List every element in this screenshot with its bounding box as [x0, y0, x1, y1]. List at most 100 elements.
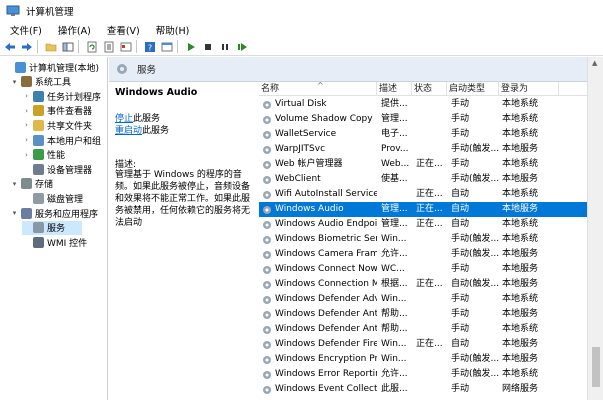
- service-name: Windows Connection Ma...: [275, 279, 377, 289]
- menu-action[interactable]: 操作(A): [48, 23, 97, 37]
- tree-item[interactable]: › 事件查看器: [22, 104, 92, 118]
- tree-item-label: 系统工具: [35, 78, 72, 89]
- service-name: Wifi AutoInstall Service: [275, 189, 377, 199]
- table-row[interactable]: Volume Shadow Copy 管理... 手动 本地系统: [259, 112, 603, 127]
- export-list-icon[interactable]: [102, 40, 116, 54]
- table-row[interactable]: WebClient 使基... 手动(触发... 本地服务: [259, 172, 603, 187]
- table-row[interactable]: Web 帐户管理器 Web... 正在... 手动 本地系统: [259, 157, 603, 172]
- toolbar-separator: [78, 40, 79, 53]
- table-row[interactable]: Windows Defender Adva... Win... 手动 本地系统: [259, 292, 603, 307]
- restart-service-link[interactable]: 重启动: [115, 126, 142, 136]
- menu-file[interactable]: 文件(F): [0, 23, 48, 37]
- service-startup-cell: 手动: [451, 159, 470, 169]
- refresh-icon[interactable]: [85, 40, 99, 54]
- show-hide-tree-icon[interactable]: [61, 40, 75, 54]
- tree-expander-icon[interactable]: ›: [22, 107, 31, 115]
- tree-item[interactable]: 服务: [22, 220, 82, 235]
- tree-item[interactable]: › 任务计划程序: [22, 89, 101, 103]
- table-row[interactable]: WalletService 电子... 手动 本地系统: [259, 127, 603, 142]
- tree-expander-icon[interactable]: ›: [22, 151, 31, 159]
- tree-expander-icon[interactable]: ▾: [10, 209, 19, 217]
- service-name-cell: Windows Camera Frame ...: [262, 247, 377, 262]
- table-row[interactable]: Windows Encryption Pro... Win... 手动(触发...本…: [259, 352, 603, 367]
- service-gear-icon: [263, 265, 271, 274]
- tree-item[interactable]: › 性能: [22, 148, 65, 162]
- service-startup-cell: 自动(触发...: [451, 279, 500, 289]
- tree-item[interactable]: WMI 控件: [22, 235, 87, 249]
- table-row[interactable]: Windows Camera Frame ... 允许... 手动(触发...本地服…: [259, 247, 603, 262]
- service-status-cell: [416, 127, 448, 142]
- tree-item[interactable]: 设备管理器: [22, 162, 92, 176]
- column-header-startup-type[interactable]: 启动类型: [447, 82, 499, 96]
- column-header-name[interactable]: 名称 ^: [259, 82, 377, 96]
- table-row[interactable]: Windows Event Collector 此服... 手动 网络服务: [259, 382, 603, 397]
- services-list: 名称 ^ 描述 状态 启动类型 登录为 Virtual Disk 提供... 手动 本地…: [259, 82, 603, 400]
- service-logon-cell: 本地服务: [502, 204, 539, 214]
- back-arrow-icon[interactable]: [3, 40, 17, 54]
- service-desc-cell: 帮助...: [381, 324, 408, 334]
- service-startup-cell: 手动: [451, 129, 470, 139]
- service-name-cell: Windows Defender Antivi...: [262, 322, 377, 337]
- column-header-status[interactable]: 状态: [412, 82, 447, 96]
- tree-expander-icon[interactable]: ▾: [10, 78, 19, 86]
- service-logon-cell: 网络服务: [502, 384, 539, 394]
- table-row[interactable]: Windows Audio 管理... 正在... 自动 本地服务: [259, 202, 603, 217]
- service-gear-icon: [263, 235, 271, 244]
- tree-item[interactable]: ▾ 系统工具: [10, 75, 71, 89]
- menu-help[interactable]: 帮助(H): [146, 23, 196, 37]
- properties-icon[interactable]: [119, 40, 133, 54]
- restart-service-icon[interactable]: [235, 40, 249, 54]
- scrollbar-thumb[interactable]: [592, 347, 600, 387]
- help-icon[interactable]: ?: [143, 40, 157, 54]
- table-row[interactable]: Windows Biometric Servi... Win... 手动(触发...…: [259, 232, 603, 247]
- column-header-description[interactable]: 描述: [377, 82, 412, 96]
- table-row[interactable]: Windows Error Reportin... 允许... 手动(触发...本地…: [259, 367, 603, 382]
- tree-item[interactable]: ▾ 存储: [10, 177, 53, 191]
- stop-service-icon[interactable]: [201, 40, 215, 54]
- scroll-up-icon[interactable]: ▲: [592, 59, 597, 67]
- table-row[interactable]: WarpJITSvc Prov... 手动(触发... 本地服务: [259, 142, 603, 157]
- menu-view[interactable]: 查看(V): [97, 23, 146, 37]
- column-headers: 名称 ^ 描述 状态 启动类型 登录为: [259, 82, 603, 96]
- service-name: Windows Encryption Pro...: [275, 354, 377, 364]
- table-row[interactable]: Wifi AutoInstall Service 正在... 自动 本地系统: [259, 187, 603, 202]
- toolbar: ?: [0, 38, 603, 56]
- table-row[interactable]: Windows Defender Antivi... 帮助... 手动 本地服务: [259, 307, 603, 322]
- toolbar-separator: [177, 40, 178, 53]
- service-status-cell: [416, 97, 448, 112]
- tree-item[interactable]: › 本地用户和组: [22, 133, 101, 147]
- tree-item[interactable]: ▾ 服务和应用程序: [10, 206, 98, 220]
- table-row[interactable]: Windows Audio Endpoint... 管理... 正在... 自动 本地系…: [259, 217, 603, 232]
- pause-service-icon[interactable]: [218, 40, 232, 54]
- up-folder-icon[interactable]: [44, 40, 58, 54]
- service-logon-cell: 本地服务: [502, 174, 539, 184]
- service-gear-icon: [263, 370, 271, 379]
- tree-expander-icon[interactable]: ▾: [10, 180, 19, 188]
- tree-expander-icon[interactable]: ›: [22, 136, 31, 144]
- device-icon: [33, 163, 44, 175]
- service-gear-icon: [263, 100, 271, 109]
- service-startup-cell: 自动: [451, 339, 470, 349]
- service-name: Windows Error Reportin...: [275, 369, 377, 379]
- shared-folder-icon: [33, 119, 44, 131]
- tree-item[interactable]: › 共享文件夹: [22, 118, 92, 132]
- table-row[interactable]: Virtual Disk 提供... 手动 本地系统: [259, 97, 603, 112]
- service-startup-cell: 手动: [451, 384, 470, 394]
- menu-bar: 文件(F) 操作(A) 查看(V) 帮助(H): [0, 22, 603, 38]
- vertical-scrollbar[interactable]: ▲: [587, 57, 603, 400]
- table-row[interactable]: Windows Defender Firew... Win... 正在... 自动 本地…: [259, 337, 603, 352]
- start-service-icon[interactable]: [184, 40, 198, 54]
- service-name-cell: Windows Event Collector: [262, 382, 377, 397]
- forward-arrow-icon[interactable]: [20, 40, 34, 54]
- table-row[interactable]: Windows Connect Now -... WC... 手动 本地服务: [259, 262, 603, 277]
- tree-expander-icon[interactable]: ›: [22, 92, 31, 100]
- console-icon[interactable]: [160, 40, 174, 54]
- table-row[interactable]: Windows Defender Antivi... 帮助... 手动 本地系统: [259, 322, 603, 337]
- service-logon-cell: 本地系统: [502, 189, 539, 199]
- table-row[interactable]: Windows Connection Ma... 根据... 正在... 自动(触发.…: [259, 277, 603, 292]
- tree-item[interactable]: 磁盘管理: [22, 191, 83, 205]
- tree-item-label: 磁盘管理: [47, 194, 84, 205]
- tree-item[interactable]: 计算机管理(本地): [4, 60, 99, 74]
- column-header-logon-as[interactable]: 登录为: [499, 82, 559, 96]
- tree-expander-icon[interactable]: ›: [22, 121, 31, 129]
